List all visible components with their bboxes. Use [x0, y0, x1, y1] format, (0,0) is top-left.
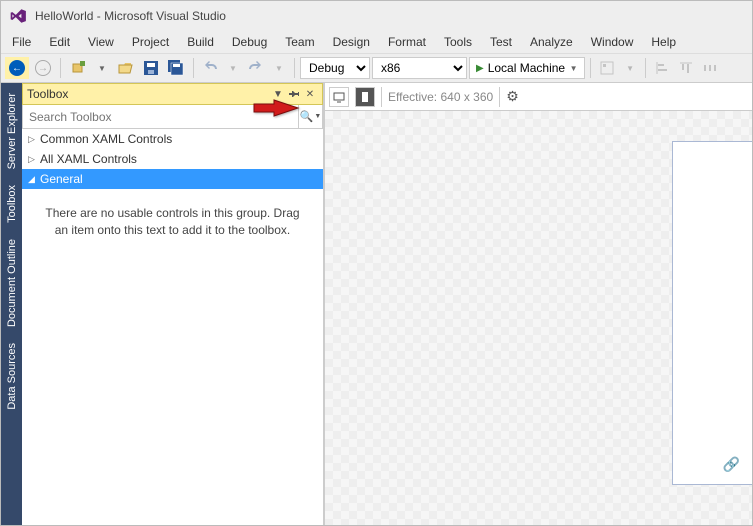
toolbox-group-all-xaml[interactable]: ▷ All XAML Controls: [22, 149, 323, 169]
device-preview-button[interactable]: [329, 87, 349, 107]
panel-pin-button[interactable]: [286, 86, 302, 102]
expand-icon: ▷: [28, 154, 40, 165]
menu-format[interactable]: Format: [379, 33, 435, 51]
save-all-button[interactable]: [164, 57, 188, 79]
save-button[interactable]: [140, 57, 162, 79]
platform-select[interactable]: x86: [372, 57, 467, 79]
toolbox-tree: ▷ Common XAML Controls ▷ All XAML Contro…: [22, 129, 323, 255]
undo-dropdown[interactable]: ▼: [223, 57, 243, 79]
designer-area: Effective: 640 x 360 ⚙ 🔗: [324, 83, 752, 525]
start-debug-button[interactable]: ▶ Local Machine ▼: [469, 57, 585, 79]
workspace: Server Explorer Toolbox Document Outline…: [1, 83, 752, 525]
menu-debug[interactable]: Debug: [223, 33, 276, 51]
layout-button[interactable]: [596, 57, 618, 79]
menu-view[interactable]: View: [79, 33, 123, 51]
menu-window[interactable]: Window: [582, 33, 643, 51]
collapse-icon: ◢: [28, 174, 40, 185]
window-title: HelloWorld - Microsoft Visual Studio: [35, 9, 226, 23]
expand-icon: ▷: [28, 134, 40, 145]
new-project-dropdown[interactable]: ▼: [92, 57, 112, 79]
play-icon: ▶: [476, 63, 484, 74]
menu-file[interactable]: File: [3, 33, 40, 51]
menu-design[interactable]: Design: [324, 33, 379, 51]
server-explorer-tab[interactable]: Server Explorer: [4, 89, 20, 173]
effective-size-label: Effective: 640 x 360: [388, 90, 493, 104]
panel-close-button[interactable]: ✕: [302, 86, 318, 102]
toolbox-tab[interactable]: Toolbox: [4, 181, 20, 227]
phone-preview-button[interactable]: [355, 87, 375, 107]
panel-options-button[interactable]: ▼: [270, 86, 286, 102]
new-project-button[interactable]: [66, 57, 90, 79]
toolbox-group-general[interactable]: ◢ General: [22, 169, 323, 189]
align-left-button[interactable]: [651, 57, 673, 79]
layout-dropdown[interactable]: ▼: [620, 57, 640, 79]
menu-edit[interactable]: Edit: [40, 33, 79, 51]
toolbox-empty-message: There are no usable controls in this gro…: [22, 189, 323, 255]
undo-button[interactable]: [199, 57, 221, 79]
menu-tools[interactable]: Tools: [435, 33, 481, 51]
visual-studio-window: HelloWorld - Microsoft Visual Studio Fil…: [0, 0, 753, 526]
open-file-button[interactable]: [114, 57, 138, 79]
toolbox-title: Toolbox: [27, 87, 270, 101]
run-target-label: Local Machine: [488, 61, 565, 75]
redo-button[interactable]: [245, 57, 267, 79]
run-target-dropdown[interactable]: ▼: [569, 64, 578, 73]
designer-toolbar: Effective: 640 x 360 ⚙: [325, 83, 752, 111]
menu-help[interactable]: Help: [642, 33, 685, 51]
redo-dropdown[interactable]: ▼: [269, 57, 289, 79]
nav-forward-button[interactable]: →: [31, 57, 55, 79]
distribute-h-button[interactable]: [699, 57, 721, 79]
main-toolbar: ← → ▼ ▼ ▼ Debug x86 ▶ Local Machine: [1, 53, 752, 83]
toolbox-group-common-xaml[interactable]: ▷ Common XAML Controls: [22, 129, 323, 149]
menu-analyze[interactable]: Analyze: [521, 33, 582, 51]
config-select[interactable]: Debug: [300, 57, 370, 79]
link-icon: 🔗: [723, 456, 740, 473]
toolbox-search-row: 🔍▼: [22, 105, 323, 129]
menubar: File Edit View Project Build Debug Team …: [1, 31, 752, 53]
toolbox-search-button[interactable]: 🔍▼: [298, 105, 322, 128]
design-canvas[interactable]: 🔗: [325, 111, 752, 525]
designer-settings-button[interactable]: ⚙: [506, 88, 519, 105]
menu-test[interactable]: Test: [481, 33, 521, 51]
toolbox-panel: Toolbox ▼ ✕ 🔍▼ ▷ Common XAML Controls: [22, 83, 324, 525]
menu-team[interactable]: Team: [276, 33, 323, 51]
data-sources-tab[interactable]: Data Sources: [4, 339, 20, 414]
align-top-button[interactable]: [675, 57, 697, 79]
toolbox-header: Toolbox ▼ ✕: [22, 83, 323, 105]
document-outline-tab[interactable]: Document Outline: [4, 235, 20, 331]
visual-studio-logo-icon: [9, 7, 27, 25]
phone-frame[interactable]: [672, 141, 752, 485]
nav-back-button[interactable]: ←: [5, 57, 29, 79]
search-icon: 🔍: [300, 110, 314, 123]
left-tab-well: Server Explorer Toolbox Document Outline…: [1, 83, 22, 525]
menu-build[interactable]: Build: [178, 33, 223, 51]
toolbox-search-input[interactable]: [23, 105, 298, 128]
titlebar: HelloWorld - Microsoft Visual Studio: [1, 1, 752, 31]
menu-project[interactable]: Project: [123, 33, 178, 51]
